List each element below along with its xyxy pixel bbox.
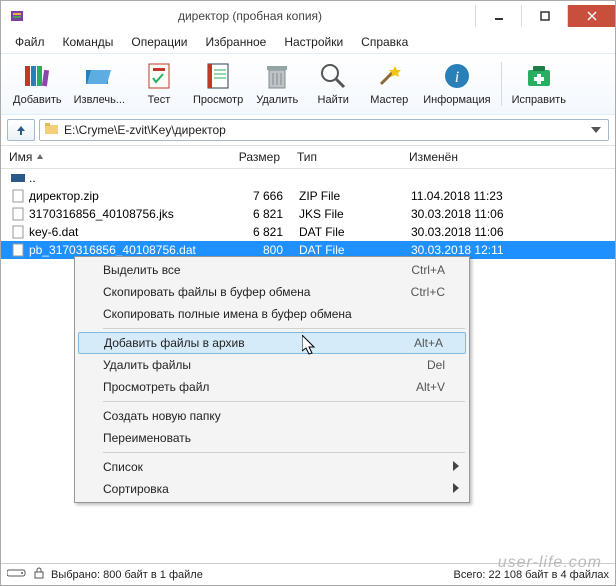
wand-icon <box>373 60 405 92</box>
ctx-delete-files[interactable]: Удалить файлыDel <box>77 354 467 376</box>
folder-open-icon <box>83 60 115 92</box>
info-icon: i <box>441 60 473 92</box>
ctx-separator <box>103 328 465 329</box>
toolbar-separator <box>501 62 502 106</box>
file-icon <box>11 189 25 203</box>
parent-dir-row[interactable]: .. <box>1 169 615 187</box>
address-bar: E:\Cryme\E-zvit\Key\директор <box>1 115 615 146</box>
lock-icon <box>33 567 45 582</box>
file-icon <box>11 225 25 239</box>
context-menu: Выделить всеCtrl+A Скопировать файлы в б… <box>74 256 470 503</box>
books-icon <box>21 60 53 92</box>
titlebar: директор (пробная копия) <box>1 1 615 31</box>
test-icon <box>143 60 175 92</box>
watermark: user-life.com <box>498 554 602 572</box>
repair-button[interactable]: Исправить <box>506 58 572 110</box>
menu-file[interactable]: Файл <box>7 33 53 51</box>
col-modified[interactable]: Изменён <box>401 146 531 168</box>
toolbar: Добавить Извлечь... Тест Просмотр Удалит… <box>1 53 615 115</box>
menu-settings[interactable]: Настройки <box>276 33 351 51</box>
test-button[interactable]: Тест <box>131 58 187 110</box>
ctx-new-folder[interactable]: Создать новую папку <box>77 405 467 427</box>
file-row[interactable]: 3170316856_40108756.jks 6 821 JKS File 3… <box>1 205 615 223</box>
window-title: директор (пробная копия) <box>25 9 475 23</box>
menu-favorites[interactable]: Избранное <box>198 33 275 51</box>
close-button[interactable] <box>567 5 615 27</box>
col-size[interactable]: Размер <box>221 146 289 168</box>
notebook-icon <box>202 60 234 92</box>
trash-icon <box>261 60 293 92</box>
menu-commands[interactable]: Команды <box>55 33 122 51</box>
file-list: .. директор.zip 7 666 ZIP File 11.04.201… <box>1 169 615 259</box>
file-row[interactable]: key-6.dat 6 821 DAT File 30.03.2018 11:0… <box>1 223 615 241</box>
ctx-sort[interactable]: Сортировка <box>77 478 467 500</box>
col-type[interactable]: Тип <box>289 146 401 168</box>
up-button[interactable] <box>7 119 35 141</box>
delete-button[interactable]: Удалить <box>249 58 305 110</box>
ctx-add-to-archive[interactable]: Добавить файлы в архивAlt+A <box>78 332 466 354</box>
search-icon <box>317 60 349 92</box>
ctx-list[interactable]: Список <box>77 456 467 478</box>
path-dropdown-icon[interactable] <box>588 127 604 133</box>
disk-icon <box>7 567 27 582</box>
path-input[interactable]: E:\Cryme\E-zvit\Key\директор <box>39 119 609 141</box>
path-text: E:\Cryme\E-zvit\Key\директор <box>64 123 226 137</box>
drive-icon <box>11 171 25 185</box>
file-icon <box>11 207 25 221</box>
ctx-rename[interactable]: Переименовать <box>77 427 467 449</box>
extract-button[interactable]: Извлечь... <box>68 58 131 110</box>
list-header: Имя Размер Тип Изменён <box>1 146 615 169</box>
status-selected: Выбрано: 800 байт в 1 файле <box>51 569 203 581</box>
submenu-arrow-icon <box>453 482 459 496</box>
minimize-button[interactable] <box>475 5 521 27</box>
ctx-copy-files[interactable]: Скопировать файлы в буфер обменаCtrl+C <box>77 281 467 303</box>
ctx-separator <box>103 401 465 402</box>
ctx-separator <box>103 452 465 453</box>
wizard-button[interactable]: Мастер <box>361 58 417 110</box>
submenu-arrow-icon <box>453 460 459 474</box>
view-button[interactable]: Просмотр <box>187 58 249 110</box>
menubar: Файл Команды Операции Избранное Настройк… <box>1 31 615 53</box>
menu-operations[interactable]: Операции <box>123 33 195 51</box>
sort-asc-icon <box>36 153 44 161</box>
firstaid-icon <box>523 60 555 92</box>
app-icon <box>9 8 25 24</box>
add-button[interactable]: Добавить <box>7 58 68 110</box>
menu-help[interactable]: Справка <box>353 33 416 51</box>
svg-text:i: i <box>455 69 459 86</box>
ctx-copy-full-names[interactable]: Скопировать полные имена в буфер обмена <box>77 303 467 325</box>
info-button[interactable]: iИнформация <box>417 58 496 110</box>
find-button[interactable]: Найти <box>305 58 361 110</box>
file-row[interactable]: директор.zip 7 666 ZIP File 11.04.2018 1… <box>1 187 615 205</box>
col-name[interactable]: Имя <box>1 146 221 168</box>
folder-icon <box>44 122 60 139</box>
ctx-select-all[interactable]: Выделить всеCtrl+A <box>77 259 467 281</box>
ctx-view-file[interactable]: Просмотреть файлAlt+V <box>77 376 467 398</box>
file-icon <box>11 243 25 257</box>
maximize-button[interactable] <box>521 5 567 27</box>
